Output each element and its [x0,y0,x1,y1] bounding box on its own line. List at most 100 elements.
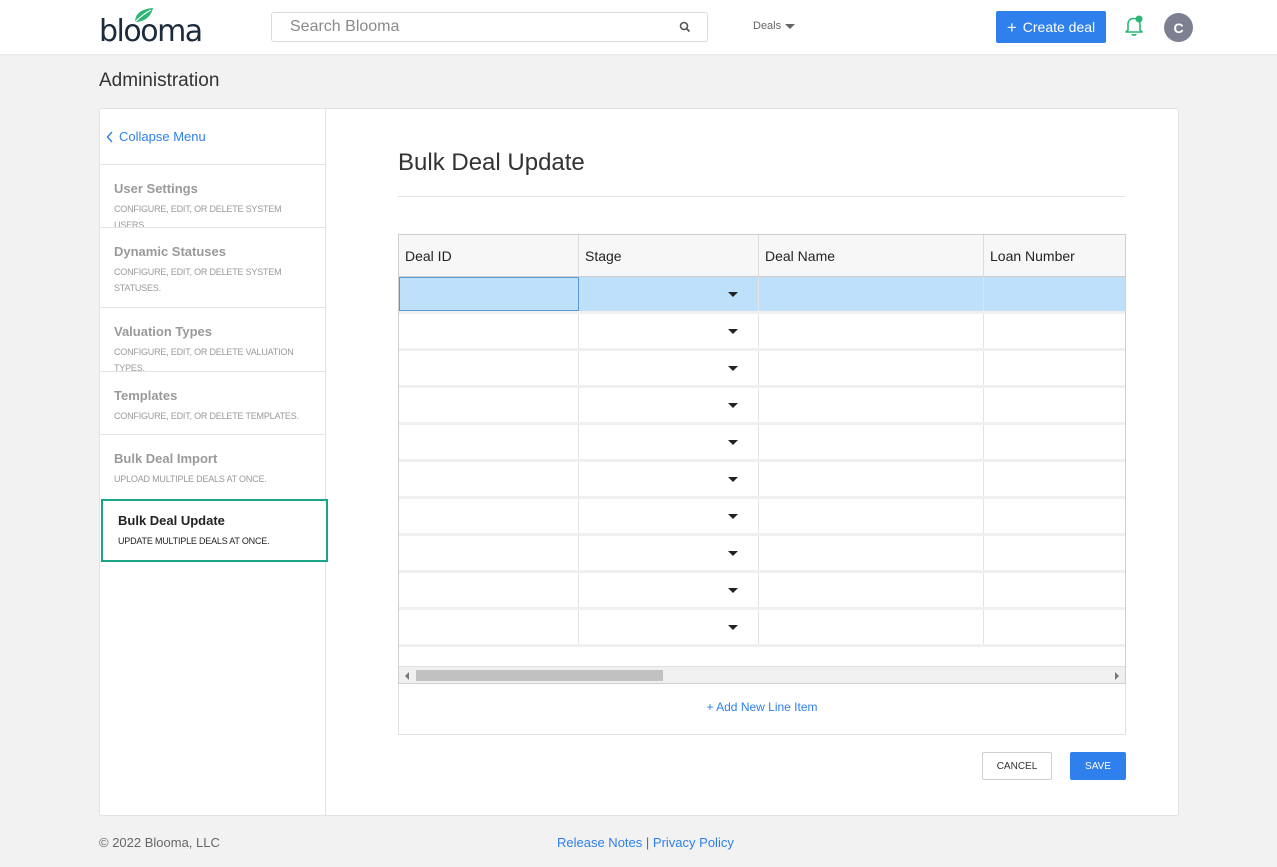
loan-number-cell[interactable] [984,499,1125,533]
sidebar-item-title: Dynamic Statuses [114,244,226,259]
deals-dropdown[interactable]: Deals [753,20,796,32]
plus-icon: + [1006,17,1017,37]
deal-id-cell[interactable] [399,610,579,644]
divider [398,196,1126,197]
deal-name-cell[interactable] [759,610,984,644]
deal-name-cell[interactable] [759,499,984,533]
scrollbar-thumb[interactable] [416,670,663,681]
sidebar-item-user-settings[interactable]: User Settings CONFIGURE, EDIT, OR DELETE… [100,164,325,230]
stage-cell[interactable] [579,499,759,533]
stage-cell[interactable] [579,277,759,311]
loan-number-cell[interactable] [984,425,1125,459]
loan-number-cell[interactable] [984,536,1125,570]
dropdown-caret-icon[interactable] [728,514,738,519]
stage-cell[interactable] [579,610,759,644]
sidebar-item-bulk-deal-update[interactable]: Bulk Deal Update UPDATE MULTIPLE DEALS A… [101,499,328,562]
deal-id-cell[interactable] [399,425,579,459]
sidebar-item-description: UPDATE MULTIPLE DEALS AT ONCE. [118,536,270,546]
loan-number-cell[interactable] [984,314,1125,348]
sidebar-item-description: CONFIGURE, EDIT, OR DELETE SYSTEM STATUS… [114,267,282,293]
deal-name-cell[interactable] [759,314,984,348]
section-title: Bulk Deal Update [398,149,585,176]
table-row [399,499,1125,536]
stage-cell[interactable] [579,425,759,459]
search-icon[interactable] [679,21,691,33]
dropdown-caret-icon[interactable] [728,403,738,408]
scroll-left-arrow-icon[interactable] [405,672,409,680]
deal-name-cell[interactable] [759,573,984,607]
save-button[interactable]: SAVE [1070,752,1126,780]
loan-number-cell[interactable] [984,351,1125,385]
table-row [399,351,1125,388]
loan-number-cell[interactable] [984,277,1125,311]
release-notes-link[interactable]: Release Notes [557,835,642,850]
deal-id-cell[interactable] [399,277,579,311]
deal-id-cell[interactable] [399,573,579,607]
add-new-line-item-link[interactable]: + Add New Line Item [399,700,1125,714]
table-row [399,314,1125,351]
stage-cell[interactable] [579,462,759,496]
deal-name-cell[interactable] [759,425,984,459]
footer-separator: | [645,835,650,850]
deal-name-cell[interactable] [759,388,984,422]
stage-cell[interactable] [579,388,759,422]
deal-name-cell[interactable] [759,277,984,311]
deal-id-cell[interactable] [399,314,579,348]
deal-name-cell[interactable] [759,462,984,496]
dropdown-caret-icon[interactable] [728,366,738,371]
loan-number-cell[interactable] [984,610,1125,644]
dropdown-caret-icon[interactable] [728,440,738,445]
table-row [399,573,1125,610]
stage-cell[interactable] [579,536,759,570]
loan-number-cell[interactable] [984,573,1125,607]
cancel-button[interactable]: CANCEL [982,752,1052,780]
horizontal-scrollbar[interactable] [399,666,1125,683]
loan-number-cell[interactable] [984,388,1125,422]
add-line-area: + Add New Line Item [398,684,1126,735]
column-header-loan-number[interactable]: Loan Number [984,235,1125,276]
dropdown-caret-icon[interactable] [728,329,738,334]
deal-id-cell[interactable] [399,462,579,496]
create-deal-button[interactable]: + Create deal [996,11,1106,43]
deal-id-cell[interactable] [399,499,579,533]
admin-card: Collapse Menu User Settings CONFIGURE, E… [99,108,1179,816]
search-input[interactable] [272,13,662,41]
sidebar-item-templates[interactable]: Templates CONFIGURE, EDIT, OR DELETE TEM… [100,371,325,434]
blooma-logo[interactable]: blooma [99,8,203,49]
column-header-deal-id[interactable]: Deal ID [399,235,579,276]
table-row [399,610,1125,647]
sidebar-item-valuation-types[interactable]: Valuation Types CONFIGURE, EDIT, OR DELE… [100,307,325,373]
collapse-menu-label: Collapse Menu [119,129,206,144]
sidebar-item-description: CONFIGURE, EDIT, OR DELETE TEMPLATES. [114,411,299,421]
dropdown-caret-icon[interactable] [728,588,738,593]
sidebar-item-dynamic-statuses[interactable]: Dynamic Statuses CONFIGURE, EDIT, OR DEL… [100,227,325,307]
bulk-update-grid: Deal ID Stage Deal Name Loan Number [398,234,1126,684]
loan-number-cell[interactable] [984,462,1125,496]
stage-cell[interactable] [579,351,759,385]
dropdown-caret-icon[interactable] [728,477,738,482]
column-header-deal-name[interactable]: Deal Name [759,235,984,276]
scroll-right-arrow-icon[interactable] [1115,672,1119,680]
deal-id-cell[interactable] [399,388,579,422]
collapse-menu-link[interactable]: Collapse Menu [106,129,206,144]
deal-name-cell[interactable] [759,351,984,385]
dropdown-caret-icon[interactable] [728,625,738,630]
chevron-left-icon [106,131,113,142]
table-row [399,277,1125,314]
deal-id-cell[interactable] [399,351,579,385]
column-header-stage[interactable]: Stage [579,235,759,276]
user-avatar[interactable]: C [1164,13,1193,42]
dropdown-caret-icon[interactable] [728,551,738,556]
deal-name-cell[interactable] [759,536,984,570]
deal-id-cell[interactable] [399,536,579,570]
dropdown-caret-icon[interactable] [728,292,738,297]
notification-bell-icon[interactable] [1124,15,1144,37]
privacy-policy-link[interactable]: Privacy Policy [653,835,734,850]
sidebar-item-bulk-deal-import[interactable]: Bulk Deal Import UPLOAD MULTIPLE DEALS A… [100,434,325,499]
stage-cell[interactable] [579,573,759,607]
top-navigation-bar: blooma Deals + Create deal C [0,0,1277,54]
sidebar-item-title: Valuation Types [114,324,213,339]
table-row [399,388,1125,425]
stage-cell[interactable] [579,314,759,348]
table-row [399,425,1125,462]
